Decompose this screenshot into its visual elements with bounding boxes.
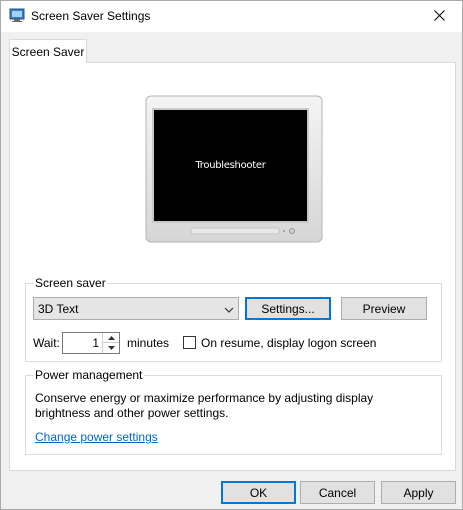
stepper-buttons <box>102 333 119 353</box>
power-management-group: Power management Conserve energy or maxi… <box>25 368 442 455</box>
close-icon <box>433 9 445 24</box>
title-bar: Screen Saver Settings <box>1 1 462 32</box>
wait-minutes-value: 1 <box>92 336 99 350</box>
cancel-button[interactable]: Cancel <box>300 481 375 504</box>
resume-logon-label[interactable]: On resume, display logon screen <box>201 336 376 350</box>
chevron-down-small-icon <box>107 346 115 350</box>
stepper-down-button[interactable] <box>103 343 119 353</box>
power-management-description: Conserve energy or maximize performance … <box>35 391 374 420</box>
wait-minutes-stepper[interactable]: 1 <box>62 332 120 354</box>
display-settings-icon <box>9 7 25 23</box>
preview-screen-text: Troubleshooter <box>195 160 266 171</box>
tab-screen-saver[interactable]: Screen Saver <box>9 39 87 63</box>
window-title: Screen Saver Settings <box>31 9 151 23</box>
chevron-up-icon <box>107 335 115 340</box>
screen-saver-group: Screen saver 3D Text Settings... Preview… <box>25 276 442 362</box>
preview-button[interactable]: Preview <box>341 297 427 320</box>
apply-button[interactable]: Apply <box>381 481 456 504</box>
close-button[interactable] <box>416 1 462 32</box>
screen-saver-selected-value: 3D Text <box>38 301 79 316</box>
power-management-group-label: Power management <box>33 368 145 382</box>
change-power-settings-link[interactable]: Change power settings <box>35 430 158 444</box>
ok-button[interactable]: OK <box>221 481 296 504</box>
screen-saver-settings-window: Screen Saver Settings Screen Saver Troub… <box>0 0 463 510</box>
screen-saver-select[interactable]: 3D Text <box>33 297 239 320</box>
preview-screen: Troubleshooter <box>154 110 307 221</box>
minutes-label: minutes <box>127 336 170 350</box>
settings-button[interactable]: Settings... <box>245 297 331 320</box>
resume-logon-checkbox[interactable] <box>183 336 196 349</box>
chevron-down-icon <box>224 304 234 318</box>
screen-saver-tab-panel: Troubleshooter Screen saver 3D Text Sett… <box>9 62 456 471</box>
stepper-up-button[interactable] <box>103 333 119 343</box>
monitor-preview: Troubleshooter <box>145 95 323 243</box>
screen-saver-group-label: Screen saver <box>33 276 108 290</box>
wait-label: Wait: <box>33 336 60 350</box>
